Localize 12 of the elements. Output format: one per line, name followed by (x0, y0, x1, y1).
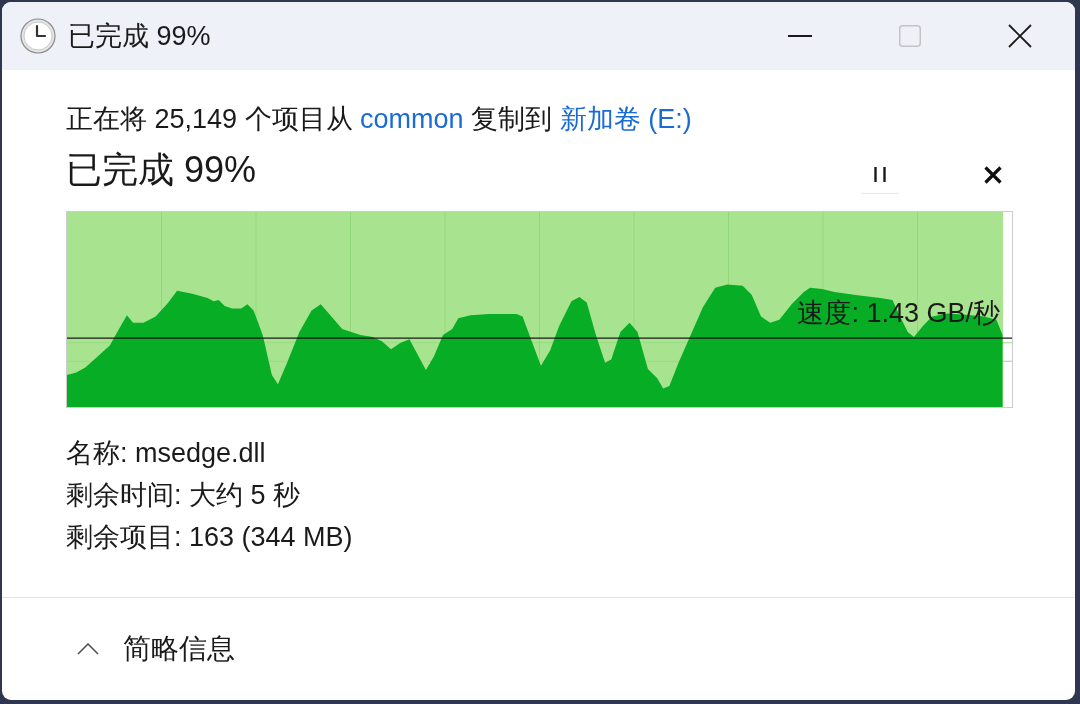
window-title: 已完成 99% (68, 20, 211, 53)
detail-line: 剩余项目: 163 (344 MB) (66, 521, 354, 554)
progress-status: 已完成 99% (66, 148, 257, 192)
detail-line: 剩余时间: 大约 5 秒 (66, 479, 302, 512)
close-icon (984, 166, 1002, 184)
pause-icon (873, 167, 887, 182)
source-link[interactable]: common (360, 104, 464, 134)
details-toggle[interactable]: 简略信息 (77, 631, 235, 667)
copy-summary: 正在将 25,149 个项目从 common 复制到 新加卷 (E:) (66, 103, 693, 136)
destination-link[interactable]: 新加卷 (E:) (559, 104, 692, 134)
clock-icon (20, 18, 56, 54)
detail-line: 名称: msedge.dll (66, 437, 267, 470)
